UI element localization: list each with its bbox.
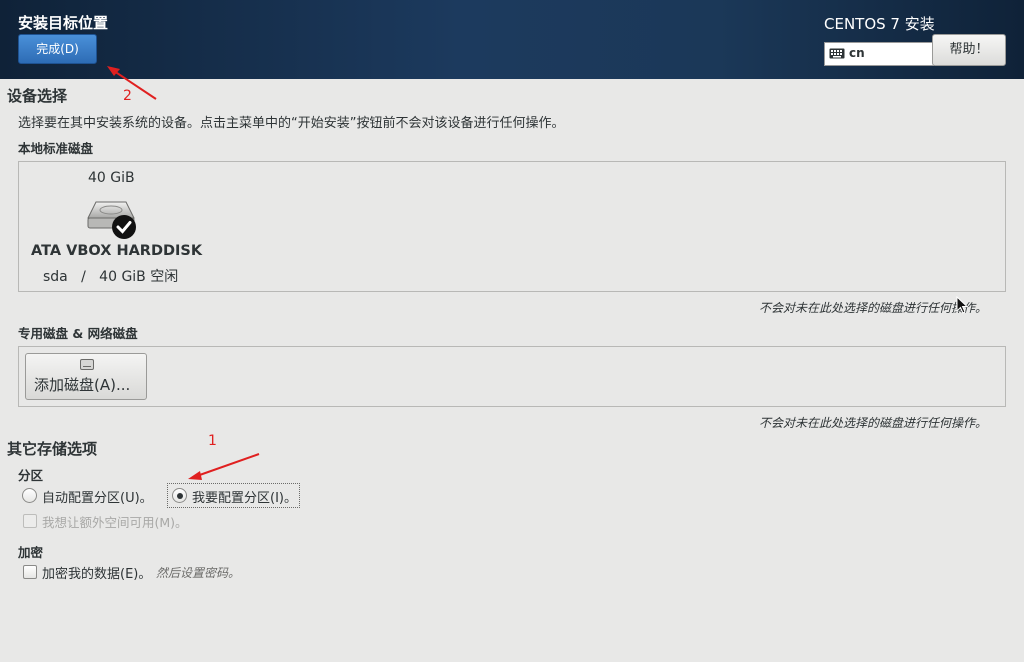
annotation-label-2: 2 bbox=[123, 88, 132, 104]
extra-space-label: 我想让额外空间可用(M)。 bbox=[42, 515, 188, 530]
add-disk-label: 添加磁盘(A)... bbox=[34, 376, 131, 394]
disk-name: ATA VBOX HARDDISK bbox=[31, 243, 203, 259]
encrypt-hint: 然后设置密码。 bbox=[156, 566, 241, 580]
auto-partition-radio[interactable] bbox=[22, 488, 37, 503]
special-disks-panel bbox=[18, 346, 1006, 407]
keyboard-icon bbox=[829, 48, 845, 59]
mouse-cursor-icon bbox=[956, 296, 968, 314]
add-disk-button[interactable]: 添加磁盘(A)... bbox=[25, 353, 147, 400]
keyboard-layout-value: cn bbox=[849, 46, 865, 60]
annotation-arrow-2 bbox=[107, 66, 157, 100]
device-selection-title: 设备选择 bbox=[7, 87, 68, 105]
done-button[interactable]: 完成(D) bbox=[18, 34, 97, 64]
keyboard-layout-indicator[interactable]: cn bbox=[824, 42, 934, 66]
page-title: 安装目标位置 bbox=[18, 14, 109, 32]
product-title: CENTOS 7 安装 bbox=[824, 15, 935, 33]
encrypt-data-label[interactable]: 加密我的数据(E)。 bbox=[42, 563, 151, 582]
harddisk-selected-icon bbox=[87, 201, 136, 239]
manual-partition-label[interactable]: 我要配置分区(I)。 bbox=[192, 487, 297, 506]
annotation-arrow-1 bbox=[188, 453, 260, 480]
disk-icon bbox=[80, 359, 94, 370]
help-button[interactable]: 帮助！ bbox=[932, 34, 1006, 66]
partition-title: 分区 bbox=[18, 468, 44, 483]
disk-detail: sda / 40 GiB 空闲 bbox=[43, 269, 179, 285]
disk-size: 40 GiB bbox=[88, 170, 135, 186]
special-disks-note: 不会对未在此处选择的磁盘进行任何操作。 bbox=[759, 416, 988, 430]
extra-space-checkbox[interactable] bbox=[23, 514, 37, 528]
encrypt-data-checkbox[interactable] bbox=[23, 565, 37, 579]
local-disks-title: 本地标准磁盘 bbox=[18, 141, 94, 156]
special-disks-title: 专用磁盘 & 网络磁盘 bbox=[18, 326, 138, 341]
manual-partition-radio[interactable] bbox=[172, 488, 187, 503]
annotation-label-1: 1 bbox=[208, 433, 217, 449]
other-storage-title: 其它存储选项 bbox=[7, 440, 98, 458]
encryption-title: 加密 bbox=[18, 545, 44, 560]
local-disks-note: 不会对未在此处选择的磁盘进行任何操作。 bbox=[759, 301, 988, 315]
auto-partition-label[interactable]: 自动配置分区(U)。 bbox=[42, 487, 153, 506]
device-selection-description: 选择要在其中安装系统的设备。点击主菜单中的“开始安装”按钮前不会对该设备进行任何… bbox=[18, 116, 565, 131]
